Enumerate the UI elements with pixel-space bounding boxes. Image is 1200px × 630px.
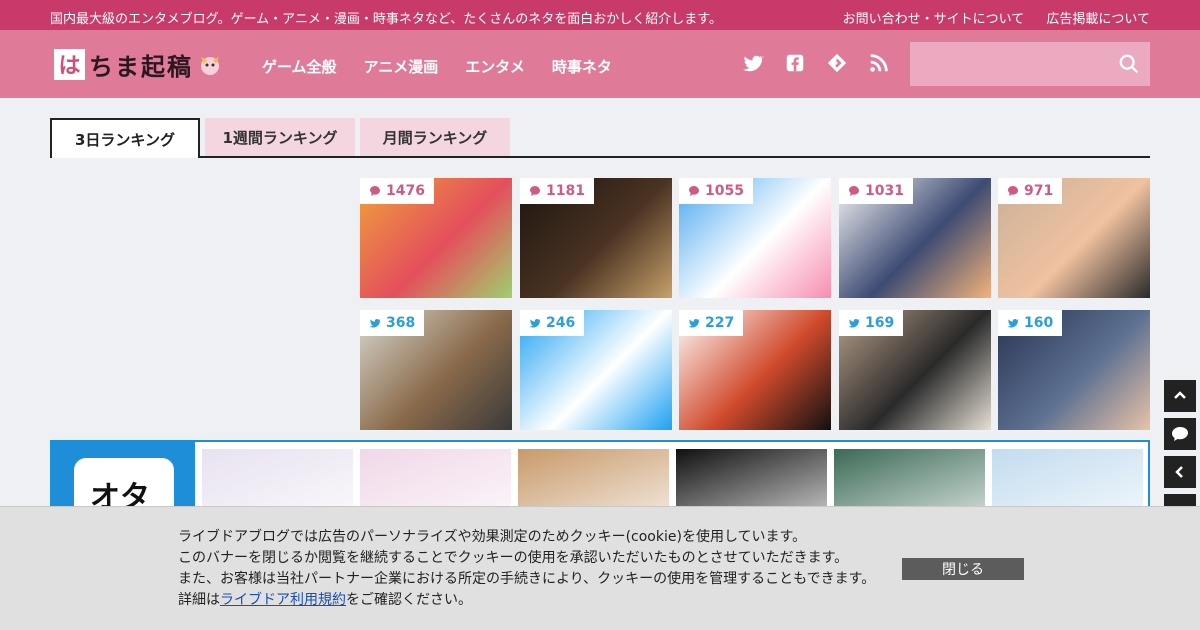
top-links: お問い合わせ・サイトについて 広告掲載について: [825, 8, 1150, 27]
twitter-icon: [529, 319, 541, 328]
cookie-detail-suffix: をご確認ください。: [346, 592, 472, 608]
ranking-article[interactable]: 1031: [839, 178, 991, 298]
otakuma-article-thumbnail[interactable]: [360, 449, 511, 510]
count-value: 169: [865, 315, 895, 331]
comment-count-badge: 1476: [360, 178, 434, 204]
tab-1week[interactable]: 1週間ランキング: [205, 118, 355, 156]
cookie-close-button[interactable]: 閉じる: [902, 558, 1024, 580]
scroll-top-button[interactable]: [1164, 380, 1196, 412]
site-logo[interactable]: は ちま起稿: [54, 48, 223, 81]
ranking-article[interactable]: 227: [679, 310, 831, 430]
tweet-count-badge: 160: [998, 310, 1063, 336]
cookie-banner: ライブドアブログでは広告のパーソナライズや効果測定のためクッキー(cookie)…: [0, 506, 1200, 630]
comment-count-badge: 1031: [839, 178, 913, 204]
comment-icon: [370, 186, 380, 196]
ranking-article[interactable]: 169: [839, 310, 991, 430]
comment-icon: [530, 186, 540, 196]
comment-count-badge: 1181: [520, 178, 594, 204]
ranking-article[interactable]: 246: [520, 310, 672, 430]
comment-count-badge: 1055: [679, 178, 753, 204]
tweet-count-badge: 169: [839, 310, 904, 336]
otakuma-article-thumbnail[interactable]: [518, 449, 669, 510]
site-tagline: 国内最大級のエンタメブログ。ゲーム・アニメ・漫画・時事ネタなど、たくさんのネタを…: [50, 12, 722, 27]
nav-entertainment[interactable]: エンタメ: [465, 56, 525, 77]
facebook-icon[interactable]: [784, 52, 806, 74]
social-links: [742, 52, 890, 74]
search-box: [910, 42, 1150, 86]
ranking-article[interactable]: 1055: [679, 178, 831, 298]
search-input[interactable]: [910, 42, 1110, 86]
ranking-article[interactable]: 368: [360, 310, 512, 430]
logo-text: ちま起稿: [89, 52, 193, 81]
twitter-icon: [688, 319, 700, 328]
count-value: 227: [705, 315, 735, 331]
tweet-count-badge: 368: [360, 310, 425, 336]
count-value: 1476: [386, 183, 425, 199]
count-value: 368: [386, 315, 416, 331]
main-nav: ゲーム全般 アニメ漫画 エンタメ 時事ネタ: [262, 56, 612, 77]
tab-monthly[interactable]: 月間ランキング: [360, 118, 510, 156]
logo-mark: は: [54, 48, 85, 80]
cookie-line: 詳細はライブドア利用規約をご確認ください。: [178, 590, 875, 611]
tweet-count-badge: 227: [679, 310, 744, 336]
otakuma-article-thumbnail[interactable]: [202, 449, 353, 510]
comment-icon: [689, 186, 699, 196]
tab-3day[interactable]: 3日ランキング: [50, 118, 200, 158]
otakuma-article-thumbnail[interactable]: [834, 449, 985, 510]
top-bar: 国内最大級のエンタメブログ。ゲーム・アニメ・漫画・時事ネタなど、たくさんのネタを…: [0, 0, 1200, 30]
count-value: 160: [1024, 315, 1054, 331]
chevron-up-icon: [1174, 391, 1186, 399]
count-value: 1031: [865, 183, 904, 199]
mascot-icon: [201, 57, 219, 75]
count-value: 971: [1024, 183, 1054, 199]
cookie-line: このバナーを閉じるか閲覧を継続することでクッキーの使用を承認いただいたものとさせ…: [178, 550, 849, 566]
comment-count-badge: 971: [998, 178, 1063, 204]
nav-anime[interactable]: アニメ漫画: [364, 56, 439, 77]
collapse-button[interactable]: [1164, 456, 1196, 488]
feedly-icon[interactable]: [826, 52, 848, 74]
count-value: 1055: [705, 183, 744, 199]
ad-link[interactable]: 広告掲載について: [1046, 12, 1150, 27]
nav-news[interactable]: 時事ネタ: [552, 56, 612, 77]
otakuma-article-thumbnail[interactable]: [676, 449, 827, 510]
cookie-message: ライブドアブログでは広告のパーソナライズや効果測定のためクッキー(cookie)…: [178, 527, 875, 611]
terms-link[interactable]: ライブドア利用規約: [220, 592, 346, 608]
cookie-line: また、お客様は当社パートナー企業における所定の手続きにより、クッキーの使用を管理…: [178, 571, 876, 587]
otakuma-article-thumbnail[interactable]: [992, 449, 1143, 510]
count-value: 1181: [546, 183, 585, 199]
cookie-line: ライブドアブログでは広告のパーソナライズや効果測定のためクッキー(cookie)…: [178, 529, 807, 545]
otakuma-strip: [195, 442, 1148, 510]
contact-link[interactable]: お問い合わせ・サイトについて: [843, 12, 1025, 27]
rss-icon[interactable]: [868, 52, 890, 74]
search-icon[interactable]: [1118, 53, 1140, 75]
comment-icon: [1008, 186, 1018, 196]
nav-game[interactable]: ゲーム全般: [262, 56, 337, 77]
comment-button[interactable]: [1164, 418, 1196, 450]
ranking-tabs: 3日ランキング 1週間ランキング 月間ランキング: [50, 118, 1150, 158]
ranking-article[interactable]: 160: [998, 310, 1150, 430]
ranking-article[interactable]: 1181: [520, 178, 672, 298]
comment-icon: [1172, 427, 1188, 441]
ranking-article[interactable]: 1476: [360, 178, 512, 298]
otakuma-banner[interactable]: オタ: [50, 440, 1150, 518]
count-value: 246: [546, 315, 576, 331]
ranking-article[interactable]: 971: [998, 178, 1150, 298]
tweet-count-badge: 246: [520, 310, 585, 336]
site-header: は ちま起稿 ゲーム全般 アニメ漫画 エンタメ 時事ネタ: [0, 30, 1200, 98]
cookie-detail-prefix: 詳細は: [178, 592, 220, 608]
twitter-icon: [369, 319, 381, 328]
twitter-icon: [848, 319, 860, 328]
twitter-icon: [1007, 319, 1019, 328]
chevron-left-icon: [1175, 466, 1183, 478]
twitter-icon[interactable]: [742, 52, 764, 74]
comment-icon: [849, 186, 859, 196]
